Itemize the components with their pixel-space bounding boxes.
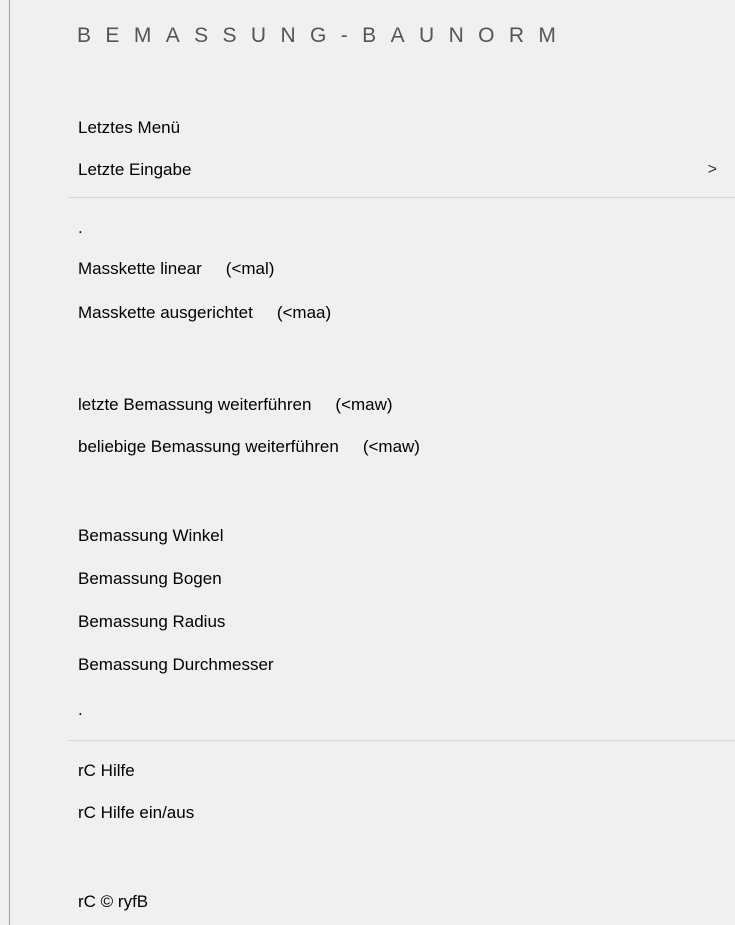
menu-item-label: rC Hilfe bbox=[78, 761, 135, 780]
menu-icon-gutter bbox=[10, 0, 68, 925]
menu-item-label: Masskette linear bbox=[78, 259, 202, 278]
menu-item-letzte-bemassung-weiterfuehren[interactable]: letzte Bemassung weiterführen (<maw) bbox=[68, 388, 735, 422]
menu-item-label: Letzte Eingabe bbox=[78, 160, 192, 179]
menu-item-label: beliebige Bemassung weiterführen bbox=[78, 437, 339, 456]
menu-item-rc-hilfe-ein-aus[interactable]: rC Hilfe ein/aus bbox=[68, 796, 735, 830]
menu-item-letztes-menue[interactable]: Letztes Menü bbox=[68, 111, 735, 145]
menu-item-shortcut: (<mal) bbox=[225, 259, 275, 278]
menu-item-label: Letztes Menü bbox=[78, 118, 181, 137]
menu-item-label: Masskette ausgerichtet bbox=[78, 303, 253, 322]
menu-item-label: letzte Bemassung weiterführen bbox=[78, 395, 312, 414]
menu-item-beliebige-bemassung-weiterfuehren[interactable]: beliebige Bemassung weiterführen (<maw) bbox=[68, 430, 735, 464]
menu-item-dot: . bbox=[78, 218, 83, 237]
menu-title: BEMASSUNG-BAUNORM bbox=[77, 24, 571, 47]
menu-item-label: Bemassung Winkel bbox=[78, 526, 224, 545]
menu-item-label: Bemassung Radius bbox=[78, 612, 226, 631]
menu-item-bemassung-winkel[interactable]: Bemassung Winkel bbox=[68, 519, 735, 553]
menu-item-label: rC Hilfe ein/aus bbox=[78, 803, 195, 822]
context-menu: BEMASSUNG-BAUNORM Letztes Menü Letzte Ei… bbox=[0, 0, 735, 925]
menu-item-label: rC © ryfB bbox=[78, 892, 149, 911]
menu-item-masskette-linear[interactable]: Masskette linear (<mal) bbox=[68, 252, 735, 286]
menu-item-rc-copyright[interactable]: rC © ryfB bbox=[68, 885, 735, 919]
menu-item-dot: . bbox=[78, 700, 83, 719]
menu-separator bbox=[68, 740, 735, 741]
chevron-right-icon: > bbox=[707, 161, 717, 178]
menu-item-letzte-eingabe[interactable]: Letzte Eingabe > bbox=[68, 153, 735, 187]
menu-left-border bbox=[9, 0, 10, 925]
menu-item-masskette-ausgerichtet[interactable]: Masskette ausgerichtet (<maa) bbox=[68, 296, 735, 330]
menu-item-bemassung-durchmesser[interactable]: Bemassung Durchmesser bbox=[68, 648, 735, 682]
menu-item-rc-hilfe[interactable]: rC Hilfe bbox=[68, 754, 735, 788]
menu-item-shortcut: (<maa) bbox=[276, 303, 332, 322]
menu-item-bemassung-bogen[interactable]: Bemassung Bogen bbox=[68, 562, 735, 596]
menu-item-shortcut: (<maw) bbox=[362, 437, 420, 456]
menu-item-shortcut: (<maw) bbox=[335, 395, 393, 414]
menu-item-bemassung-radius[interactable]: Bemassung Radius bbox=[68, 605, 735, 639]
menu-separator bbox=[68, 197, 735, 198]
menu-item-label: Bemassung Bogen bbox=[78, 569, 222, 588]
menu-item-label: Bemassung Durchmesser bbox=[78, 655, 274, 674]
